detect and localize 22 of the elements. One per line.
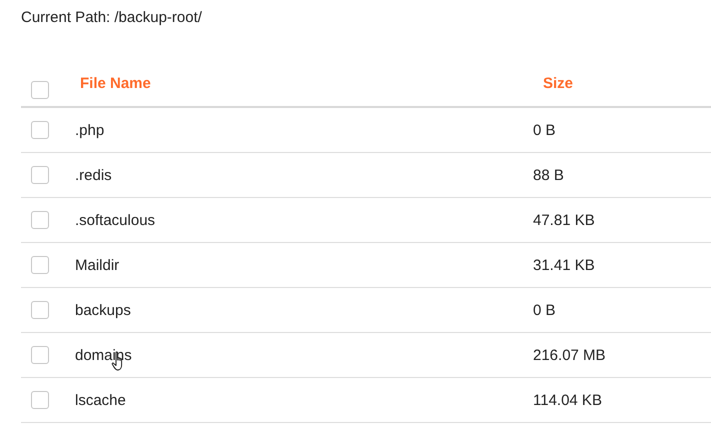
file-size: 31.41 KB — [533, 256, 595, 274]
file-size: 47.81 KB — [533, 212, 595, 228]
file-name[interactable]: .softaculous — [75, 212, 156, 228]
file-size: 216.07 MB — [533, 346, 606, 364]
checkbox[interactable] — [31, 346, 49, 364]
file-name[interactable]: Maildir — [75, 256, 120, 274]
file-size: 114.04 KB — [533, 392, 602, 408]
checkbox[interactable] — [31, 301, 49, 319]
file-name[interactable]: .php — [75, 122, 104, 138]
checkbox[interactable] — [31, 391, 49, 409]
checkbox[interactable] — [31, 121, 49, 139]
file-name[interactable]: backups — [75, 302, 131, 318]
file-size: 0 B — [533, 122, 556, 138]
file-size: 88 B — [533, 166, 564, 184]
file-name[interactable]: lscache — [75, 392, 126, 408]
checkbox[interactable] — [31, 256, 49, 274]
checkbox[interactable] — [31, 166, 49, 184]
file-size: 0 B — [533, 302, 556, 318]
current-path: Current Path: /backup-root/ — [21, 8, 203, 28]
checkbox[interactable] — [31, 211, 49, 229]
checkbox[interactable] — [31, 81, 49, 99]
file-name[interactable]: .redis — [75, 166, 112, 184]
